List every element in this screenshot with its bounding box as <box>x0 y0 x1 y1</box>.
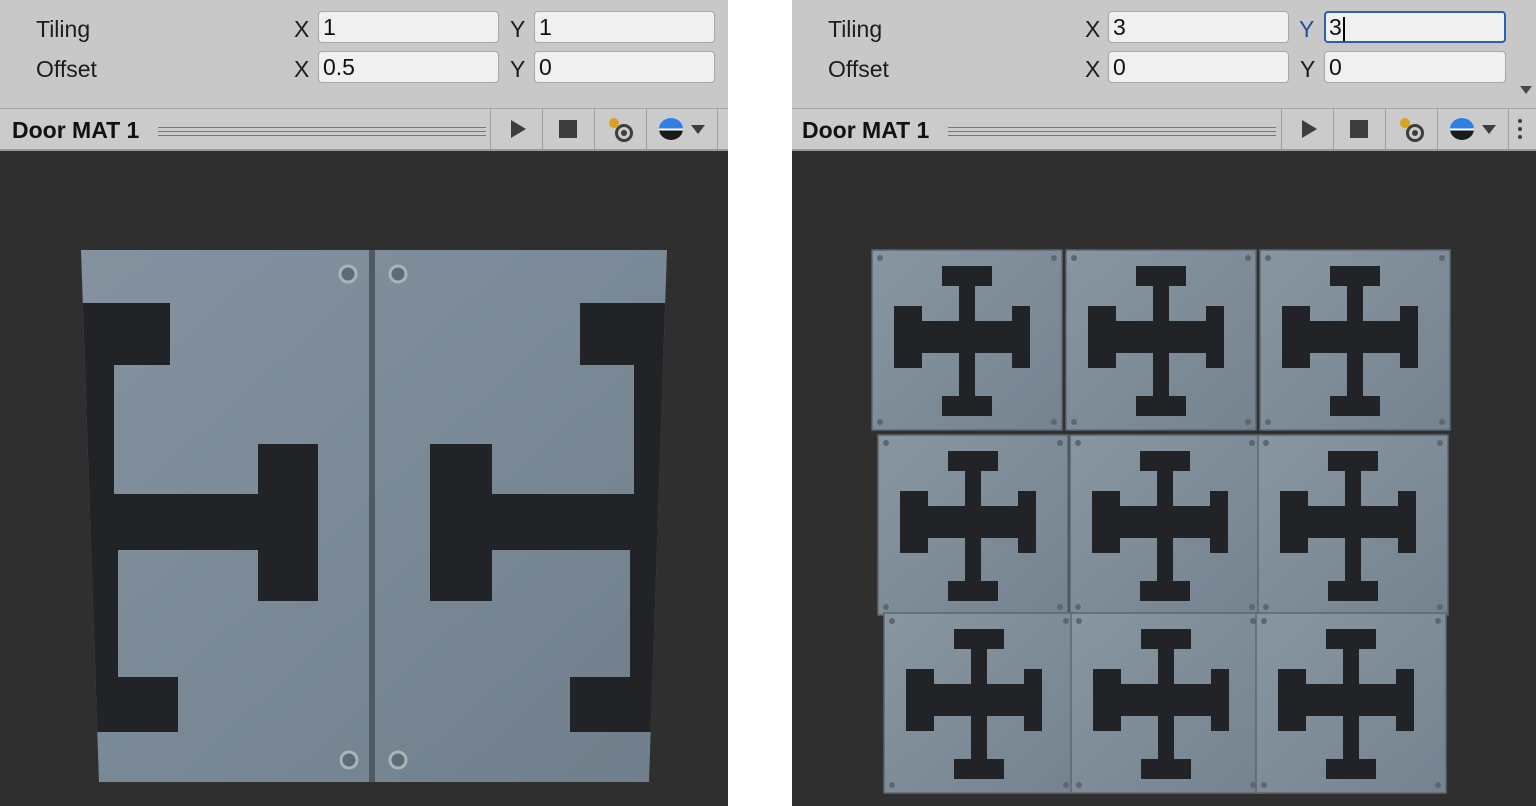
drag-handle[interactable] <box>158 127 486 136</box>
tile <box>1257 434 1449 616</box>
sphere-icon <box>659 118 683 140</box>
tile <box>1070 612 1262 794</box>
tiling-x-field[interactable]: 3 <box>1108 11 1289 43</box>
play-button[interactable] <box>490 109 543 149</box>
stop-button[interactable] <box>542 109 595 149</box>
sphere-icon <box>1450 118 1474 140</box>
tiling-label: Tiling <box>828 16 883 42</box>
tile <box>1259 249 1451 431</box>
scroll-down-arrow-icon[interactable] <box>1520 86 1532 94</box>
offset-x-label[interactable]: X <box>1085 56 1100 82</box>
right-material-panel: Tiling X 3 Y 3 Offset X 0 Y 0 Door MAT 1 <box>792 0 1536 806</box>
play-icon <box>511 120 526 138</box>
bolt <box>388 750 408 770</box>
chevron-down-icon <box>691 125 705 134</box>
preview-light-button[interactable] <box>1385 109 1438 149</box>
tiled-material-preview <box>871 249 1451 794</box>
preview-light-button[interactable] <box>594 109 647 149</box>
offset-x-label[interactable]: X <box>294 56 309 82</box>
offset-label: Offset <box>828 56 889 82</box>
offset-y-field[interactable]: 0 <box>534 51 715 83</box>
preview-toolbar: Door MAT 1 <box>792 109 1536 151</box>
more-options-button[interactable] <box>1508 109 1536 149</box>
tile <box>871 249 1063 431</box>
preview-toolbar: Door MAT 1 <box>0 109 728 151</box>
material-preview-title: Door MAT 1 <box>12 117 140 143</box>
tiling-x-label[interactable]: X <box>1085 16 1100 42</box>
material-preview-viewport[interactable] <box>0 151 728 806</box>
chevron-down-icon <box>1482 125 1496 134</box>
tile <box>883 612 1075 794</box>
tiling-y-field[interactable]: 1 <box>534 11 715 43</box>
stop-button[interactable] <box>1333 109 1386 149</box>
drag-handle[interactable] <box>948 127 1276 136</box>
offset-x-field[interactable]: 0 <box>1108 51 1289 83</box>
stop-icon <box>1350 120 1368 138</box>
texture-scale-offset-inspector: Tiling X 1 Y 1 Offset X 0.5 Y 0 <box>0 0 728 109</box>
material-preview-viewport[interactable] <box>792 151 1536 806</box>
tile <box>1065 249 1257 431</box>
kebab-menu-icon <box>1518 119 1522 143</box>
tiling-x-label[interactable]: X <box>294 16 309 42</box>
play-button[interactable] <box>1281 109 1334 149</box>
tile <box>1255 612 1447 794</box>
tiling-y-field[interactable]: 3 <box>1324 11 1506 43</box>
offset-y-label[interactable]: Y <box>1300 56 1315 82</box>
bolt <box>339 750 359 770</box>
door-material-preview <box>81 250 667 782</box>
offset-x-field[interactable]: 0.5 <box>318 51 499 83</box>
door-seam <box>369 250 375 782</box>
tiling-y-label[interactable]: Y <box>510 16 525 42</box>
light-ring-icon <box>1406 124 1424 142</box>
tile <box>1069 434 1261 616</box>
left-material-panel: Tiling X 1 Y 1 Offset X 0.5 Y 0 Door MAT… <box>0 0 728 806</box>
tiling-x-field[interactable]: 1 <box>318 11 499 43</box>
bolt <box>338 264 358 284</box>
tile-grid <box>871 249 1451 794</box>
offset-label: Offset <box>36 56 97 82</box>
text-caret <box>1342 16 1345 41</box>
offset-y-label[interactable]: Y <box>510 56 525 82</box>
offset-y-field[interactable]: 0 <box>1324 51 1506 83</box>
light-ring-icon <box>615 124 633 142</box>
tile <box>877 434 1069 616</box>
tiling-y-value: 3 <box>1329 14 1342 40</box>
bolt <box>388 264 408 284</box>
stop-icon <box>559 120 577 138</box>
preview-mesh-dropdown[interactable] <box>646 109 718 149</box>
tiling-y-label[interactable]: Y <box>1299 16 1314 42</box>
preview-mesh-dropdown[interactable] <box>1437 109 1509 149</box>
tiling-label: Tiling <box>36 16 91 42</box>
texture-scale-offset-inspector: Tiling X 3 Y 3 Offset X 0 Y 0 <box>792 0 1536 109</box>
play-icon <box>1302 120 1317 138</box>
material-preview-title: Door MAT 1 <box>802 117 930 143</box>
